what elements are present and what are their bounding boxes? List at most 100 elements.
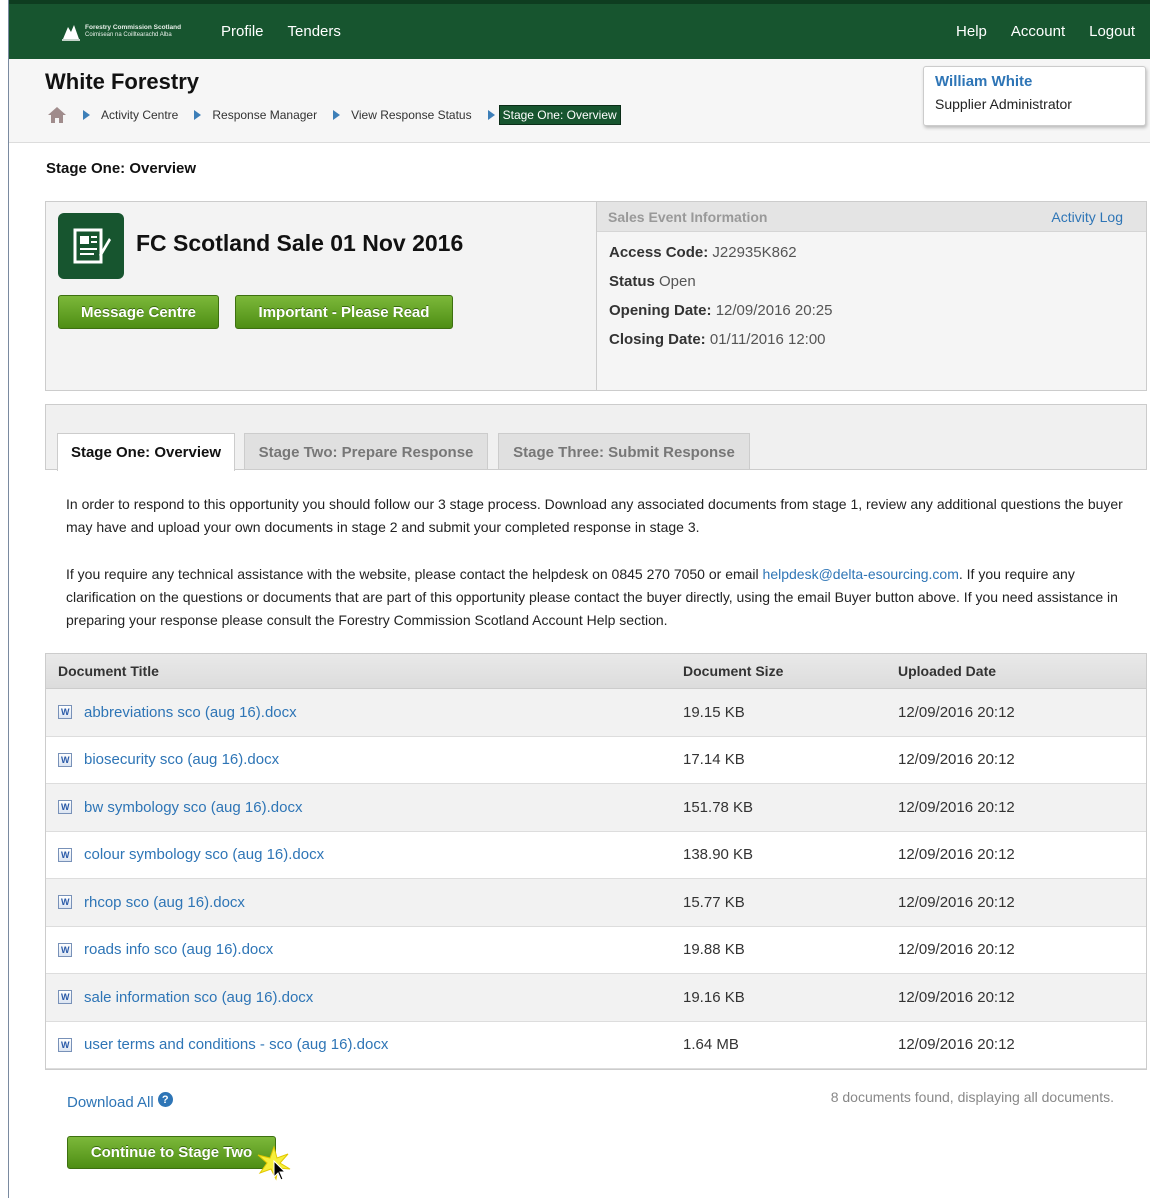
continue-to-stage-two-button[interactable]: Continue to Stage Two [67,1136,276,1169]
table-row: rhcop sco (aug 16).docx 15.77 KB 12/09/201… [46,879,1146,927]
table-row: abbreviations sco (aug 16).docx 19.15 KB 1… [46,689,1146,737]
column-header-size[interactable]: Document Size [683,663,898,679]
document-title-cell: user terms and conditions - sco (aug 16)… [46,1036,683,1053]
window-frame [0,0,9,1198]
status-row: Status Open [609,273,1134,302]
user-role: Supplier Administrator [935,96,1072,112]
document-title[interactable]: sale information sco (aug 16).docx [84,989,313,1006]
event-panel: FC Scotland Sale 01 Nov 2016 Message Cen… [45,201,1147,391]
download-all-link[interactable]: Download All ? [67,1092,173,1111]
document-uploaded-date: 12/09/2016 20:12 [898,751,1015,769]
column-header-title[interactable]: Document Title [46,663,683,679]
nav-help[interactable]: Help [956,23,987,40]
download-all-label[interactable]: Download All [67,1094,154,1111]
document-size: 138.90 KB [683,846,754,864]
document-size: 1.64 MB [683,1036,739,1054]
document-title[interactable]: biosecurity sco (aug 16).docx [84,751,279,768]
breadcrumb-response-manager[interactable]: Response Manager [212,108,317,122]
document-size: 19.88 KB [683,941,745,959]
closing-date-row: Closing Date: 01/11/2016 12:00 [609,331,1134,360]
document-title[interactable]: rhcop sco (aug 16).docx [84,894,245,911]
word-document-icon [58,895,72,910]
table-row: bw symbology sco (aug 16).docx 151.78 KB 1… [46,784,1146,832]
document-uploaded-date: 12/09/2016 20:12 [898,893,1015,911]
word-document-icon [58,990,72,1005]
assistance-text-start: If you require any technical assistance … [66,566,763,582]
document-uploaded-date: 12/09/2016 20:12 [898,1036,1015,1054]
opening-date-row: Opening Date: 12/09/2016 20:25 [609,302,1134,331]
help-question-icon[interactable]: ? [157,1092,173,1107]
document-title-cell: sale information sco (aug 16).docx [46,989,683,1006]
tree-logo-icon [62,24,80,41]
document-uploaded-date: 12/09/2016 20:12 [898,846,1015,864]
document-link[interactable]: rhcop sco (aug 16).docx [58,894,683,911]
document-size: 17.14 KB [683,751,745,769]
important-please-read-button[interactable]: Important - Please Read [235,295,453,329]
document-title[interactable]: abbreviations sco (aug 16).docx [84,704,297,721]
table-row: biosecurity sco (aug 16).docx 17.14 KB 12/… [46,736,1146,784]
document-uploaded-date: 12/09/2016 20:12 [898,988,1015,1006]
user-name[interactable]: William White [935,73,1134,90]
document-title-cell: rhcop sco (aug 16).docx [46,894,683,911]
breadcrumb-view-response-status[interactable]: View Response Status [351,108,472,122]
document-link[interactable]: roads info sco (aug 16).docx [58,941,683,958]
breadcrumb-current: Stage One: Overview [498,105,621,125]
document-title[interactable]: roads info sco (aug 16).docx [84,941,273,958]
document-title-cell: roads info sco (aug 16).docx [46,941,683,958]
tab-stage-three[interactable]: Stage Three: Submit Response [498,433,750,470]
document-size: 151.78 KB [683,798,754,816]
document-title-cell: colour symbology sco (aug 16).docx [46,846,683,863]
helpdesk-email-link[interactable]: helpdesk@delta-esourcing.com [763,566,959,582]
top-navigation-bar: Forestry Commission Scotland Coimisean n… [9,0,1150,59]
breadcrumb-separator-icon [83,110,90,120]
table-header: Document Title Document Size Uploaded Da… [46,654,1146,689]
closing-date-label: Closing Date: [609,331,706,348]
word-document-icon [58,752,72,767]
document-link[interactable]: sale information sco (aug 16).docx [58,989,683,1006]
document-link[interactable]: user terms and conditions - sco (aug 16)… [58,1036,683,1053]
nav-profile[interactable]: Profile [221,23,264,40]
forestry-commission-logo[interactable]: Forestry Commission Scotland Coimisean n… [61,17,211,47]
nav-tenders[interactable]: Tenders [288,23,341,40]
breadcrumb-separator-icon [194,110,202,120]
logo-line2: Coimisean na Coilltearachd Alba [85,32,172,38]
message-centre-button[interactable]: Message Centre [58,295,219,329]
access-code-label: Access Code: [609,244,709,261]
document-title[interactable]: user terms and conditions - sco (aug 16)… [84,1036,388,1053]
document-uploaded-date: 12/09/2016 20:12 [898,941,1015,959]
opening-date-value: 12/09/2016 20:25 [715,302,833,319]
intro-paragraph: In order to respond to this opportunity … [66,496,1123,535]
nav-account[interactable]: Account [1011,23,1065,40]
tab-stage-one[interactable]: Stage One: Overview [57,433,235,471]
breadcrumb-activity-centre[interactable]: Activity Centre [101,108,178,122]
access-code-row: Access Code: J22935K862 [609,244,1134,273]
sales-event-info-title: Sales Event Information [608,208,768,225]
activity-log-link[interactable]: Activity Log [1051,209,1123,225]
sales-event-info-header: Sales Event Information Activity Log [597,202,1146,232]
breadcrumb-separator-icon [487,110,495,120]
sales-event-info: Sales Event Information Activity Log Acc… [596,202,1146,390]
home-icon[interactable] [47,106,67,124]
company-name: White Forestry [45,69,200,94]
status-value: Open [659,273,696,290]
document-title[interactable]: bw symbology sco (aug 16).docx [84,799,302,816]
document-title-cell: bw symbology sco (aug 16).docx [46,799,683,816]
column-header-date[interactable]: Uploaded Date [898,663,1146,679]
logo-line1: Forestry Commission Scotland [85,24,182,31]
page: Forestry Commission Scotland Coimisean n… [9,0,1150,1198]
mouse-pointer-icon [257,1145,291,1181]
table-body: abbreviations sco (aug 16).docx 19.15 KB 1… [46,689,1146,1069]
nav-logout[interactable]: Logout [1089,23,1135,40]
document-title-cell: abbreviations sco (aug 16).docx [46,704,683,721]
table-row: sale information sco (aug 16).docx 19.16 … [46,974,1146,1022]
logo-text: Forestry Commission Scotland Coimisean n… [85,24,181,39]
tab-stage-two[interactable]: Stage Two: Prepare Response [244,433,488,470]
document-edit-icon [58,213,124,279]
document-link[interactable]: biosecurity sco (aug 16).docx [58,751,683,768]
document-link[interactable]: colour symbology sco (aug 16).docx [58,846,683,863]
assistance-paragraph: If you require any technical assistance … [66,563,1136,632]
document-link[interactable]: bw symbology sco (aug 16).docx [58,799,683,816]
document-title[interactable]: colour symbology sco (aug 16).docx [84,846,324,863]
document-link[interactable]: abbreviations sco (aug 16).docx [58,704,683,721]
user-info-box: William White Supplier Administrator [923,66,1146,126]
